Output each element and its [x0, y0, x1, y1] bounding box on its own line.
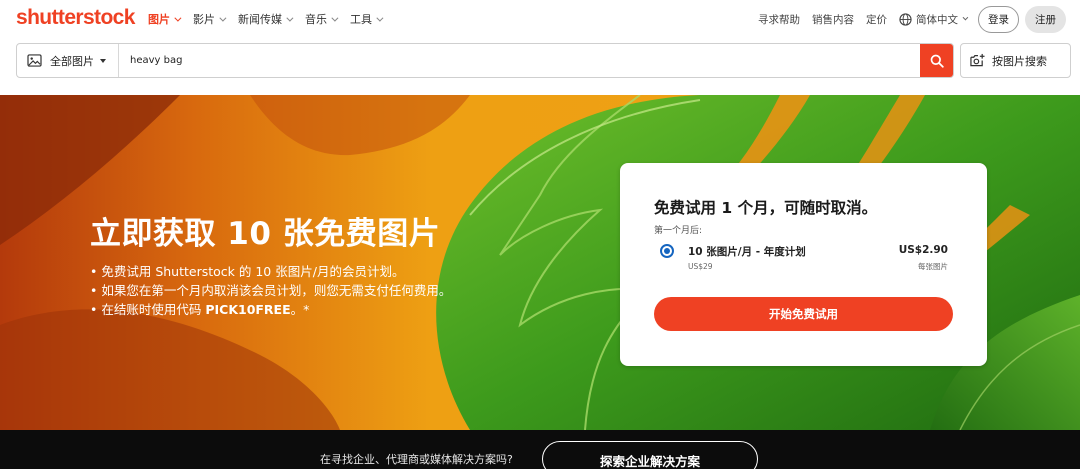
- search-icon: [930, 54, 944, 68]
- chevron-down-icon: [174, 14, 182, 22]
- plan-per-image-price: US$2.90: [898, 244, 948, 256]
- globe-icon: [899, 12, 912, 26]
- code-suffix: 。*: [290, 302, 310, 317]
- plan-radio[interactable]: [660, 244, 674, 258]
- promo-hero: 立即获取 10 张免费图片 • 免费试用 Shutterstock 的 10 张…: [0, 95, 1080, 430]
- sell-content-link[interactable]: 销售内容: [812, 12, 854, 27]
- offer-subtitle: 第一个月后:: [654, 226, 703, 236]
- radio-selected-dot: [664, 248, 670, 254]
- chevron-down-icon: [331, 14, 339, 22]
- promo-code: PICK10FREE: [205, 302, 291, 317]
- search-type-dropdown[interactable]: 全部图片: [17, 44, 119, 77]
- nav-item-images[interactable]: 图片: [148, 11, 182, 27]
- top-navigation: shutterstock 图片 影片 新闻传媒 音乐 工具 寻求帮助 销售内容 …: [0, 0, 1080, 38]
- hero-title: 立即获取 10 张免费图片: [90, 216, 441, 252]
- plan-monthly-price: US$29: [688, 262, 713, 271]
- image-icon: [27, 54, 42, 67]
- search-type-label: 全部图片: [50, 54, 94, 68]
- account-menu: 寻求帮助 销售内容 定价 简体中文 登录 注册: [746, 0, 1066, 38]
- nav-item-label: 影片: [193, 13, 215, 26]
- search-bar: 全部图片: [16, 43, 954, 78]
- explore-enterprise-button[interactable]: 探索企业解决方案: [542, 441, 758, 469]
- caret-down-icon: [100, 58, 106, 63]
- nav-item-editorial[interactable]: 新闻传媒: [238, 11, 294, 27]
- register-button[interactable]: 注册: [1025, 5, 1066, 33]
- nav-item-video[interactable]: 影片: [193, 11, 227, 27]
- camera-plus-icon: [970, 53, 985, 67]
- plan-option[interactable]: 10 张图片/月 - 年度计划 US$29 US$2.90 每张图片: [660, 242, 948, 272]
- search-input[interactable]: [119, 44, 920, 77]
- nav-item-music[interactable]: 音乐: [305, 11, 339, 27]
- chevron-down-icon: [962, 14, 969, 21]
- image-search-label: 按图片搜索: [992, 54, 1047, 68]
- pricing-link[interactable]: 定价: [866, 12, 887, 27]
- language-label: 简体中文: [916, 13, 958, 26]
- trial-offer-card: 免费试用 1 个月，可随时取消。 第一个月后: 10 张图片/月 - 年度计划 …: [620, 163, 987, 366]
- plan-price-unit: 每张图片: [918, 262, 948, 271]
- help-link[interactable]: 寻求帮助: [758, 12, 800, 27]
- image-search-button[interactable]: 按图片搜索: [960, 43, 1071, 78]
- hero-bullet-code: • 在结账时使用代码 PICK10FREE。*: [90, 300, 451, 319]
- chevron-down-icon: [286, 14, 294, 22]
- login-button[interactable]: 登录: [978, 5, 1019, 33]
- language-selector[interactable]: 简体中文: [899, 12, 969, 27]
- chevron-down-icon: [219, 14, 227, 22]
- plan-name: 10 张图片/月 - 年度计划: [688, 246, 806, 258]
- chevron-down-icon: [376, 14, 384, 22]
- hero-text-block: 立即获取 10 张免费图片 • 免费试用 Shutterstock 的 10 张…: [90, 208, 451, 319]
- main-menu: 图片 影片 新闻传媒 音乐 工具: [148, 0, 395, 38]
- nav-item-label: 新闻传媒: [238, 13, 282, 26]
- shutterstock-logo[interactable]: shutterstock: [16, 6, 135, 30]
- hero-bullet-trial: • 免费试用 Shutterstock 的 10 张图片/月的会员计划。: [90, 264, 405, 279]
- start-free-trial-button[interactable]: 开始免费试用: [654, 297, 953, 331]
- search-button[interactable]: [920, 44, 953, 77]
- offer-title: 免费试用 1 个月，可随时取消。: [654, 199, 878, 217]
- enterprise-banner: 在寻找企业、代理商或媒体解决方案吗? 探索企业解决方案: [0, 430, 1080, 469]
- code-prefix: • 在结账时使用代码: [90, 302, 206, 317]
- hero-bullet-cancel: • 如果您在第一个月内取消该会员计划，则您无需支付任何费用。: [90, 283, 452, 298]
- nav-item-label: 工具: [350, 13, 372, 26]
- nav-item-label: 图片: [148, 13, 170, 26]
- enterprise-question: 在寻找企业、代理商或媒体解决方案吗?: [320, 453, 513, 466]
- nav-item-tools[interactable]: 工具: [350, 11, 384, 27]
- nav-item-label: 音乐: [305, 13, 327, 26]
